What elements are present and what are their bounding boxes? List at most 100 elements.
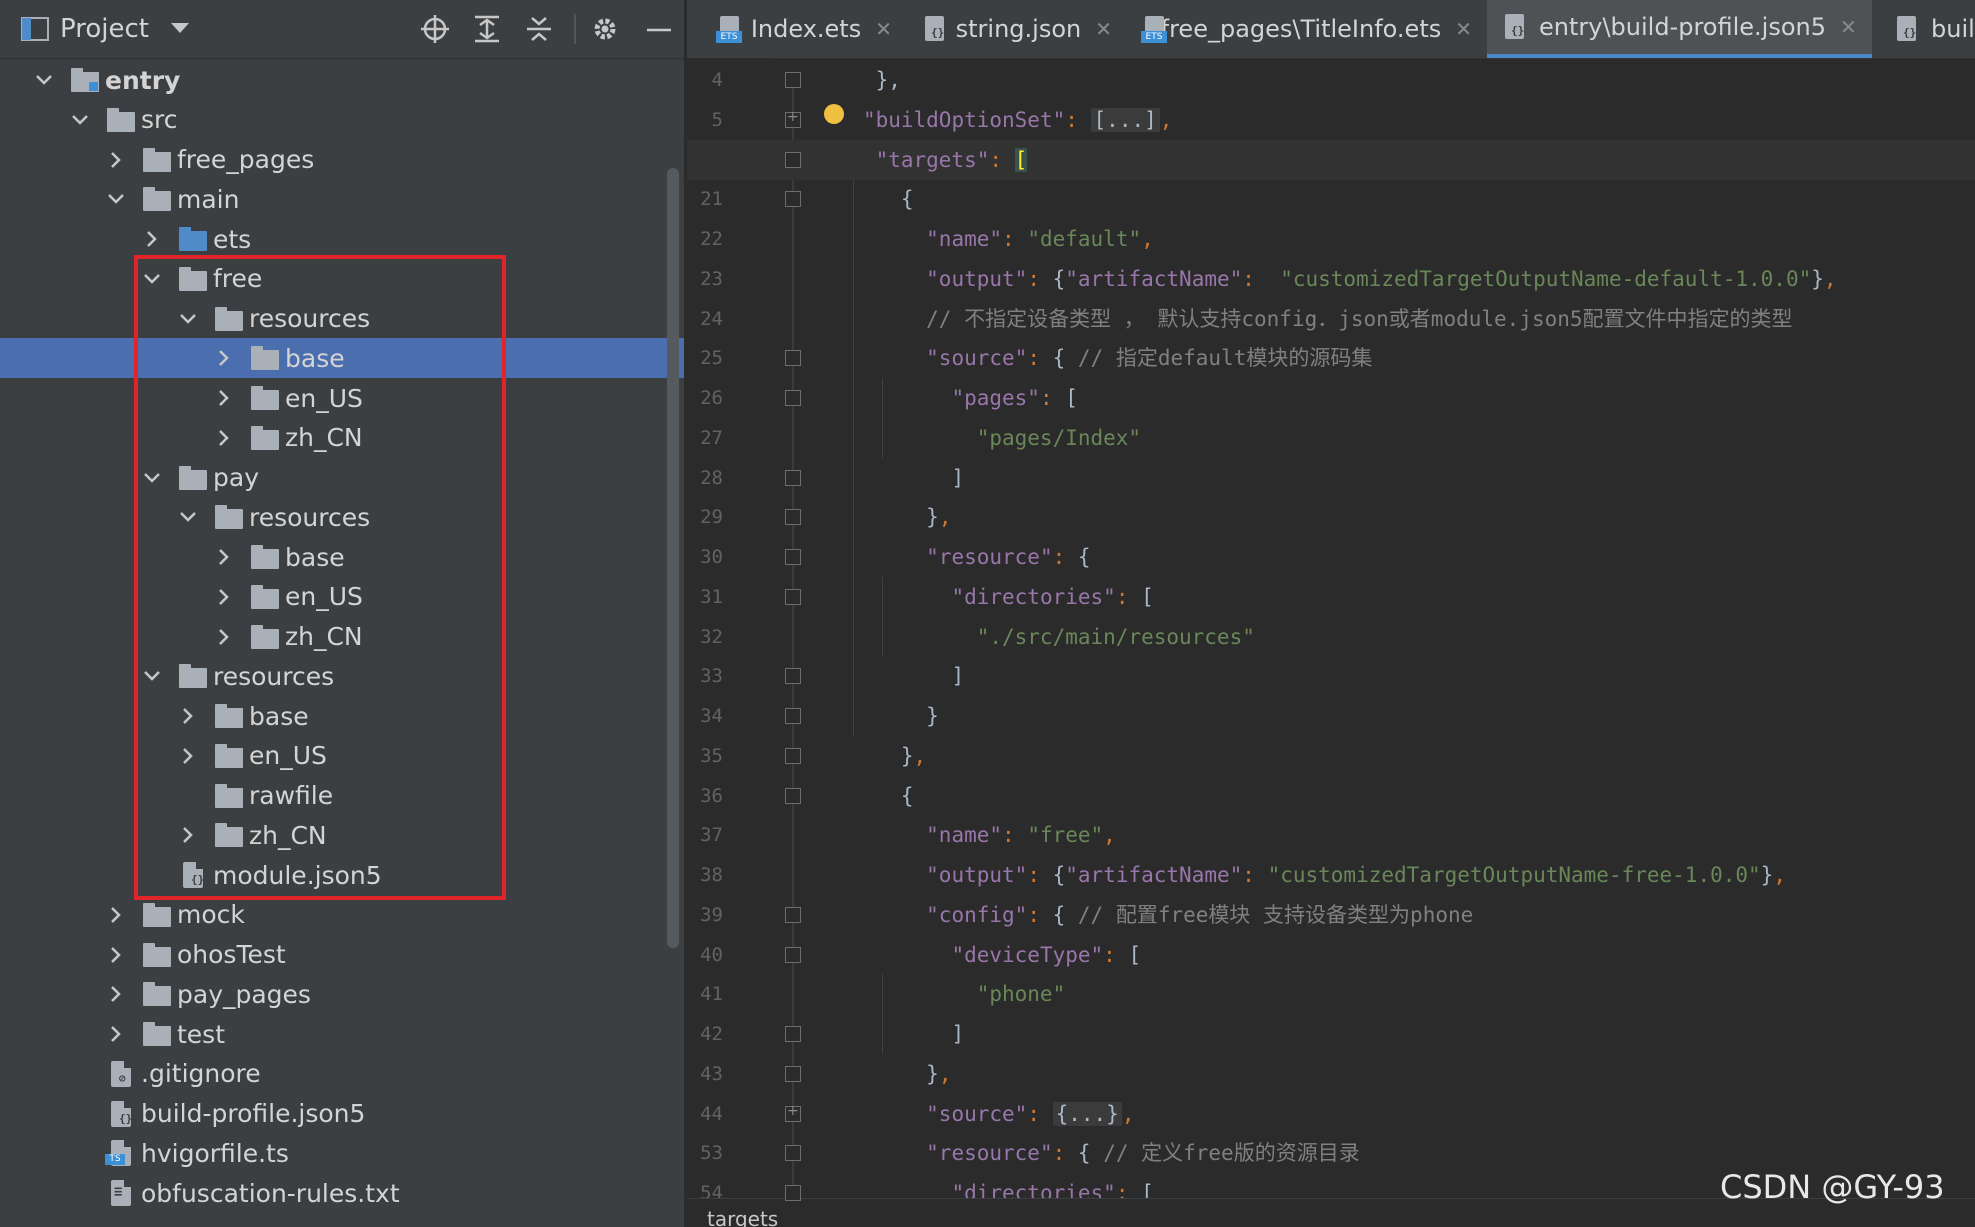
close-icon[interactable]: ✕ [1840, 15, 1857, 39]
chevron-down-icon[interactable] [177, 506, 199, 528]
code-line[interactable]: "source": { // 指定default模块的源码集 [687, 338, 1975, 378]
expand-fold-icon[interactable] [785, 109, 801, 128]
chevron-right-icon[interactable] [105, 944, 127, 966]
code-line[interactable]: "phone" [687, 974, 1975, 1014]
code-line[interactable]: "directories": [ [687, 577, 1975, 617]
code-line[interactable]: }, [687, 60, 1975, 100]
chevron-right-icon[interactable] [213, 427, 235, 449]
collapse-fold-icon[interactable] [785, 390, 801, 406]
chevron-right-icon[interactable] [177, 705, 199, 727]
chevron-right-icon[interactable] [213, 586, 235, 608]
breadcrumb-item[interactable]: targets [707, 1207, 778, 1227]
tree-item-build-profile-json5[interactable]: {} build-profile.json5 [0, 1094, 684, 1134]
tree-item-obfuscation-rules-txt[interactable]: ≡ obfuscation-rules.txt [0, 1173, 684, 1213]
collapse-fold-icon[interactable] [785, 549, 801, 565]
close-icon[interactable]: ✕ [1095, 17, 1112, 41]
chevron-right-icon[interactable] [105, 904, 127, 926]
chevron-right-icon[interactable] [177, 745, 199, 767]
chevron-down-icon[interactable] [177, 308, 199, 330]
code-line[interactable]: { [687, 179, 1975, 219]
chevron-right-icon[interactable] [141, 228, 163, 250]
code-line[interactable]: "name": "default", [687, 219, 1975, 259]
tree-item--gitignore[interactable]: ⊘ .gitignore [0, 1054, 684, 1094]
code-line[interactable]: "config": { // 配置free模块 支持设备类型为phone [687, 895, 1975, 935]
tree-item-resources[interactable]: resources [0, 656, 684, 696]
tree-item-zh-cn[interactable]: zh_CN [0, 617, 684, 657]
code-line[interactable]: "pages": [ [687, 378, 1975, 418]
chevron-right-icon[interactable] [213, 387, 235, 409]
collapse-fold-icon[interactable] [785, 1065, 801, 1082]
code-line[interactable]: "targets": [ [687, 139, 1975, 180]
code-line[interactable]: "pages/Index" [687, 418, 1975, 458]
tree-item-rawfile[interactable]: rawfile [0, 776, 684, 816]
collapse-fold-icon[interactable] [785, 906, 801, 923]
tree-item-ets[interactable]: ets [0, 219, 684, 259]
lightbulb-icon[interactable] [824, 103, 844, 124]
tree-item-module-json5[interactable]: {} module.json5 [0, 855, 684, 895]
code-line[interactable]: "deviceType": [ [687, 935, 1975, 975]
tree-item-resources[interactable]: resources [0, 299, 684, 339]
gear-icon[interactable] [590, 14, 620, 44]
code-line[interactable]: "buildOptionSet": [...], [687, 100, 1975, 140]
tree-item-base[interactable]: base [0, 338, 684, 379]
chevron-right-icon[interactable] [213, 347, 235, 369]
expand-all-icon[interactable] [472, 14, 502, 44]
project-view-dropdown[interactable]: Project [60, 0, 189, 58]
collapse-fold-icon[interactable] [785, 708, 801, 724]
code-line[interactable]: "source": {...}, [687, 1094, 1975, 1134]
collapse-fold-icon[interactable] [785, 191, 801, 208]
collapse-all-icon[interactable] [524, 14, 554, 44]
chevron-down-icon[interactable] [141, 665, 163, 687]
tree-item-entry[interactable]: entry [0, 60, 684, 100]
chevron-right-icon[interactable] [213, 546, 235, 568]
code-line[interactable]: }, [687, 497, 1975, 537]
collapse-fold-icon[interactable] [785, 1185, 801, 1201]
collapse-fold-icon[interactable] [785, 1145, 801, 1162]
tree-item-zh-cn[interactable]: zh_CN [0, 418, 684, 458]
tree-item-free[interactable]: free [0, 259, 684, 299]
collapse-fold-icon[interactable] [785, 588, 801, 605]
chevron-right-icon[interactable] [105, 1023, 127, 1045]
code-line[interactable]: "./src/main/resources" [687, 617, 1975, 657]
code-line[interactable]: "name": "free", [687, 815, 1975, 855]
collapse-fold-icon[interactable] [785, 469, 801, 486]
close-icon[interactable]: ✕ [875, 17, 892, 41]
tree-item-pay[interactable]: pay [0, 458, 684, 498]
collapse-fold-icon[interactable] [785, 509, 801, 526]
tree-item-src[interactable]: src [0, 100, 684, 140]
code-line[interactable]: ] [687, 656, 1975, 696]
chevron-right-icon[interactable] [105, 983, 127, 1005]
code-line[interactable]: ] [687, 458, 1975, 498]
chevron-down-icon[interactable] [33, 69, 55, 91]
tree-item-mock[interactable]: mock [0, 895, 684, 935]
tree-item-hvigorfile-ts[interactable]: TS hvigorfile.ts [0, 1133, 684, 1173]
code-line[interactable]: "output": {"artifactName": "customizedTa… [687, 259, 1975, 299]
collapse-fold-icon[interactable] [785, 1026, 801, 1042]
tab-string-json[interactable]: {} string.json ✕ [907, 0, 1112, 58]
tree-item-resources[interactable]: resources [0, 497, 684, 537]
hide-panel-icon[interactable] [644, 14, 674, 44]
collapse-fold-icon[interactable] [785, 787, 801, 804]
locate-file-icon[interactable] [420, 14, 450, 44]
chevron-down-icon[interactable] [141, 268, 163, 290]
tab-entry-build-profile-json5[interactable]: {} entry\build-profile.json5 ✕ [1487, 0, 1872, 58]
chevron-down-icon[interactable] [105, 188, 127, 210]
chevron-right-icon[interactable] [177, 824, 199, 846]
tab-buil[interactable]: {} buil [1879, 0, 1975, 58]
chevron-right-icon[interactable] [213, 626, 235, 648]
code-line[interactable]: } [687, 696, 1975, 736]
collapse-fold-icon[interactable] [785, 668, 801, 685]
code-line[interactable]: }, [687, 1054, 1975, 1094]
tree-item-test[interactable]: test [0, 1014, 684, 1054]
code-line[interactable]: // 不指定设备类型 ， 默认支持config．json或者module.jso… [687, 299, 1975, 339]
close-icon[interactable]: ✕ [1455, 17, 1472, 41]
tree-item-main[interactable]: main [0, 179, 684, 219]
tree-scrollbar[interactable] [667, 168, 679, 948]
tree-item-free-pages[interactable]: free_pages [0, 140, 684, 180]
tree-item-base[interactable]: base [0, 696, 684, 736]
project-panel-icon[interactable] [20, 16, 50, 42]
chevron-right-icon[interactable] [105, 149, 127, 171]
tree-item-en-us[interactable]: en_US [0, 378, 684, 418]
collapse-fold-icon[interactable] [785, 350, 801, 367]
tree-item-en-us[interactable]: en_US [0, 736, 684, 776]
